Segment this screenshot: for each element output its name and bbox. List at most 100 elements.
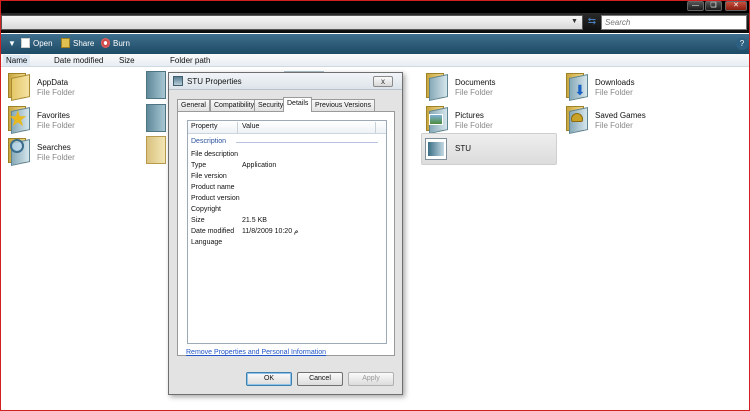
close-button[interactable]: ✕ bbox=[725, 1, 747, 11]
item-name: Favorites bbox=[37, 111, 70, 120]
apply-button[interactable]: Apply bbox=[348, 372, 394, 386]
item-type: File Folder bbox=[37, 153, 75, 162]
list-item[interactable]: Pictures File Folder bbox=[424, 104, 544, 136]
open-label: Open bbox=[33, 39, 53, 48]
list-item[interactable]: Searches File Folder bbox=[6, 136, 126, 168]
row-property: Date modified bbox=[191, 228, 235, 235]
application-icon bbox=[173, 76, 183, 86]
column-folder-path[interactable]: Folder path bbox=[170, 55, 210, 66]
burn-button[interactable]: Burn bbox=[101, 38, 130, 50]
list-item[interactable]: ⬇ Downloads File Folder bbox=[564, 71, 684, 103]
list-item[interactable]: Documents File Folder bbox=[424, 71, 544, 103]
tab-details[interactable]: Details bbox=[283, 97, 313, 112]
cancel-button[interactable]: Cancel bbox=[297, 372, 343, 386]
share-label: Share bbox=[73, 39, 95, 48]
header-property[interactable]: Property bbox=[191, 123, 217, 130]
window-title-bar: — ❏ ✕ bbox=[1, 1, 749, 13]
row-property: Copyright bbox=[191, 206, 221, 213]
item-type: File Folder bbox=[37, 88, 75, 97]
table-row[interactable]: Type Application bbox=[191, 160, 386, 171]
details-panel: Property Value Description File descript… bbox=[177, 111, 395, 356]
row-value: 21.5 KB bbox=[242, 217, 267, 224]
refresh-icon[interactable]: ⇆ bbox=[585, 16, 599, 29]
item-name: Downloads bbox=[595, 78, 635, 87]
list-item[interactable]: AppData File Folder bbox=[6, 71, 126, 103]
favorites-star-icon: ★ bbox=[6, 104, 32, 135]
row-property: File description bbox=[191, 151, 239, 158]
table-row[interactable]: Size 21.5 KB bbox=[191, 215, 386, 226]
address-bar: ▼ ⇆ Search bbox=[1, 13, 749, 33]
item-type: File Folder bbox=[37, 121, 75, 130]
item-name: STU bbox=[455, 144, 471, 153]
address-dropdown-icon[interactable]: ▼ bbox=[571, 18, 578, 25]
disc-icon bbox=[101, 38, 110, 48]
item-name: AppData bbox=[37, 78, 69, 87]
downloads-folder-icon: ⬇ bbox=[564, 71, 590, 102]
item-name: Saved Games bbox=[595, 111, 646, 120]
column-name[interactable]: Name bbox=[3, 55, 31, 66]
search-folder-icon bbox=[6, 136, 32, 167]
row-value: Application bbox=[242, 162, 277, 169]
row-property: Type bbox=[191, 162, 207, 169]
table-row[interactable]: File description bbox=[191, 149, 386, 160]
list-item-selected[interactable]: STU bbox=[421, 133, 557, 165]
ok-button[interactable]: OK bbox=[246, 372, 292, 386]
column-size[interactable]: Size bbox=[119, 55, 135, 66]
minimize-button[interactable]: — bbox=[687, 1, 704, 11]
saved-games-folder-icon bbox=[564, 104, 590, 135]
row-property: File version bbox=[191, 173, 227, 180]
item-type: File Folder bbox=[595, 88, 633, 97]
open-button[interactable]: Open bbox=[21, 38, 53, 50]
row-property: Product version bbox=[191, 195, 240, 202]
address-field[interactable] bbox=[1, 15, 583, 30]
list-item[interactable]: ★ Favorites File Folder bbox=[6, 104, 126, 136]
table-row[interactable]: Date modified 11/8/2009 10:20 م bbox=[191, 226, 386, 237]
grid-header: Property Value bbox=[188, 121, 386, 134]
share-icon bbox=[61, 38, 70, 48]
table-row[interactable]: Copyright bbox=[191, 204, 386, 215]
tab-general[interactable]: General bbox=[177, 99, 210, 111]
search-input[interactable]: Search bbox=[601, 15, 747, 30]
folder-icon bbox=[146, 104, 166, 132]
tab-compatibility[interactable]: Compatibility bbox=[210, 99, 259, 111]
help-button[interactable]: ? bbox=[736, 38, 748, 50]
group-divider bbox=[236, 142, 378, 143]
item-type: File Folder bbox=[595, 121, 633, 130]
table-row[interactable]: Language bbox=[191, 237, 386, 248]
command-toolbar: ▼ Open Share Burn ? bbox=[1, 34, 749, 54]
list-item[interactable]: Saved Games File Folder bbox=[564, 104, 684, 136]
remove-properties-link[interactable]: Remove Properties and Personal Informati… bbox=[186, 349, 326, 356]
burn-label: Burn bbox=[113, 39, 130, 48]
row-property: Size bbox=[191, 217, 205, 224]
group-description: Description bbox=[191, 138, 227, 145]
tab-previous-versions[interactable]: Previous Versions bbox=[311, 99, 376, 111]
folder-icon bbox=[6, 71, 32, 102]
dialog-close-button[interactable]: x bbox=[373, 76, 393, 87]
column-header: Name Date modified Size Folder path bbox=[1, 54, 749, 67]
folder-icon bbox=[146, 71, 166, 99]
pictures-folder-icon bbox=[424, 104, 450, 135]
share-button[interactable]: Share bbox=[61, 38, 94, 50]
dialog-title: STU Properties bbox=[187, 77, 242, 86]
application-icon bbox=[425, 138, 447, 160]
item-name: Searches bbox=[37, 143, 71, 152]
documents-folder-icon bbox=[424, 71, 450, 102]
item-type: File Folder bbox=[455, 88, 493, 97]
folder-icon bbox=[146, 136, 166, 164]
document-icon bbox=[21, 38, 30, 48]
row-property: Language bbox=[191, 239, 223, 246]
item-type: File Folder bbox=[455, 121, 493, 130]
item-name: Pictures bbox=[455, 111, 484, 120]
table-row[interactable]: File version bbox=[191, 171, 386, 182]
header-value[interactable]: Value bbox=[242, 123, 259, 130]
row-value: 11/8/2009 10:20 م bbox=[242, 228, 299, 235]
table-row[interactable]: Product name bbox=[191, 182, 386, 193]
column-date-modified[interactable]: Date modified bbox=[54, 55, 103, 66]
table-row[interactable]: Product version bbox=[191, 193, 386, 204]
dialog-title-bar: STU Properties x bbox=[169, 73, 402, 90]
row-property: Product name bbox=[191, 184, 235, 191]
properties-grid: Property Value Description File descript… bbox=[187, 120, 387, 344]
restore-button[interactable]: ❏ bbox=[705, 1, 722, 11]
properties-dialog: STU Properties x General Compatibility S… bbox=[168, 72, 403, 395]
organize-menu-arrow-icon[interactable]: ▼ bbox=[8, 38, 16, 50]
